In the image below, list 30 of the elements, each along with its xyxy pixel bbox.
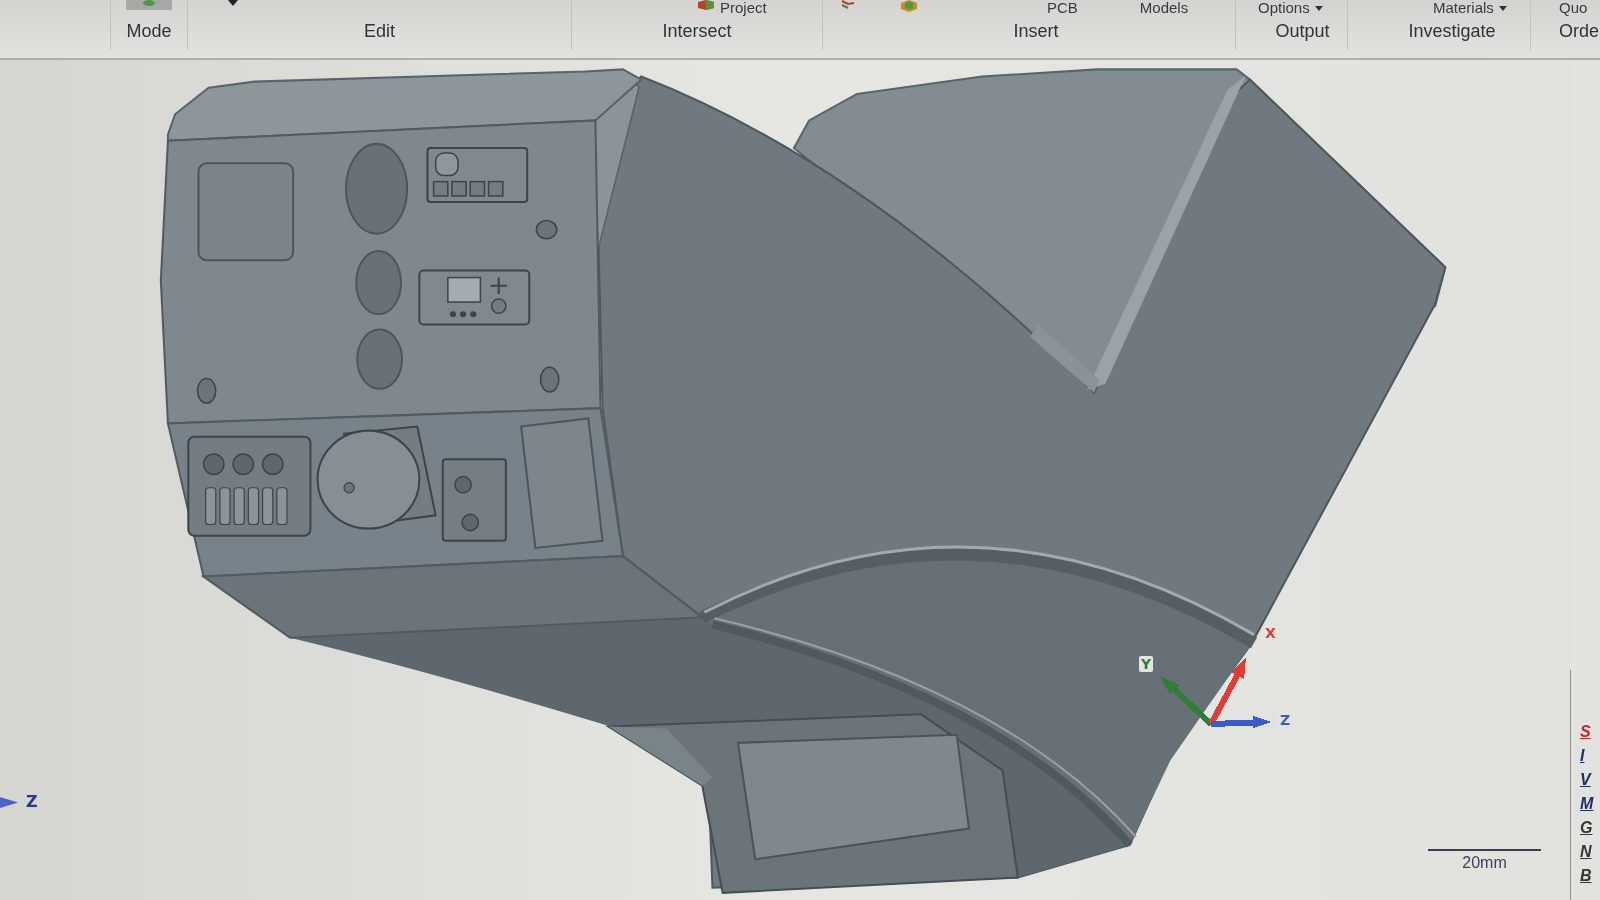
shortcut-link[interactable]: I [1580,746,1587,766]
ribbon-tool[interactable]: Options [1258,0,1323,16]
group-label: Investigate [1408,20,1496,42]
wire-icon[interactable] [841,0,855,9]
shortcut-link[interactable]: M [1580,794,1596,814]
shortcut-link[interactable]: V [1580,770,1593,790]
axis-arrow-icon [0,797,18,808]
axis-label: Z [1278,712,1293,728]
caret-icon[interactable] [228,0,238,6]
cube-icon[interactable] [698,0,714,10]
shortcut-link[interactable]: S [1580,722,1593,742]
shortcut-link[interactable]: B [1580,866,1594,886]
axis-label: Z [26,793,38,811]
ribbon-tool[interactable]: PCB [1047,0,1078,16]
group-label: Orde [1559,20,1600,42]
cube-icon[interactable] [901,0,917,12]
ribbon-tool[interactable]: Models [1139,0,1189,16]
group-label: Output [1275,20,1330,42]
group-label: Insert [1013,20,1059,42]
axis-label: Y [1139,656,1154,672]
group-label: Mode [126,20,172,42]
group-label: Edit [364,20,395,42]
ribbon-tool[interactable]: Project [720,0,767,16]
ribbon-tool[interactable]: Materials [1433,0,1507,16]
axis-label: X [1263,625,1278,641]
ribbon-tool[interactable]: Quo [1559,0,1588,16]
scale-label: 20mm [1462,854,1507,872]
shortcut-link[interactable]: N [1580,842,1594,862]
shortcut-link[interactable]: G [1580,818,1595,838]
group-label: Intersect [662,20,732,42]
